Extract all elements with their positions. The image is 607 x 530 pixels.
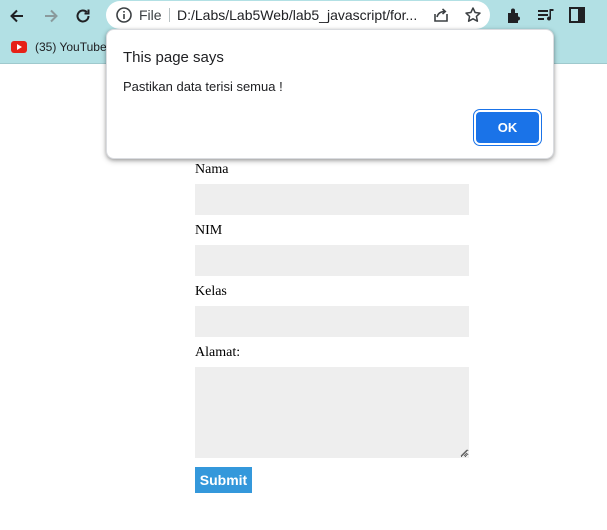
youtube-icon [11,41,27,53]
side-panel-icon[interactable] [567,5,587,25]
bookmark-youtube[interactable]: (35) YouTube [6,35,113,59]
forward-button[interactable] [38,3,64,29]
kelas-label: Kelas [195,284,227,299]
info-icon[interactable] [115,6,133,24]
alamat-textarea[interactable] [195,367,469,458]
star-icon[interactable] [464,6,482,24]
ok-button[interactable]: OK [476,112,539,143]
reload-icon [76,9,90,23]
nama-input[interactable] [195,184,469,215]
address-url[interactable]: D:/Labs/Lab5Web/lab5_javascript/for... [177,7,424,23]
address-scheme-label: File [139,7,162,23]
extensions-icon[interactable] [504,5,524,25]
arrow-right-icon [45,9,58,23]
address-bar[interactable]: File D:/Labs/Lab5Web/lab5_javascript/for… [106,1,490,29]
nama-label: Nama [195,162,229,177]
browser-toolbar: File D:/Labs/Lab5Web/lab5_javascript/for… [0,0,607,31]
alamat-label: Alamat: [195,345,241,360]
kelas-input[interactable] [195,306,469,337]
alert-dialog: This page says Pastikan data terisi semu… [106,29,554,159]
submit-button[interactable]: Submit [195,467,252,493]
dialog-message: Pastikan data terisi semua ! [123,79,283,94]
address-separator [169,8,170,22]
media-control-icon[interactable] [536,5,556,25]
nim-input[interactable] [195,245,469,276]
dialog-title: This page says [123,49,224,66]
share-icon[interactable] [432,6,450,24]
arrow-left-icon [10,9,23,23]
bookmark-label: (35) YouTube [35,40,107,54]
reload-button[interactable] [70,3,96,29]
back-button[interactable] [4,3,30,29]
nim-label: NIM [195,223,223,238]
